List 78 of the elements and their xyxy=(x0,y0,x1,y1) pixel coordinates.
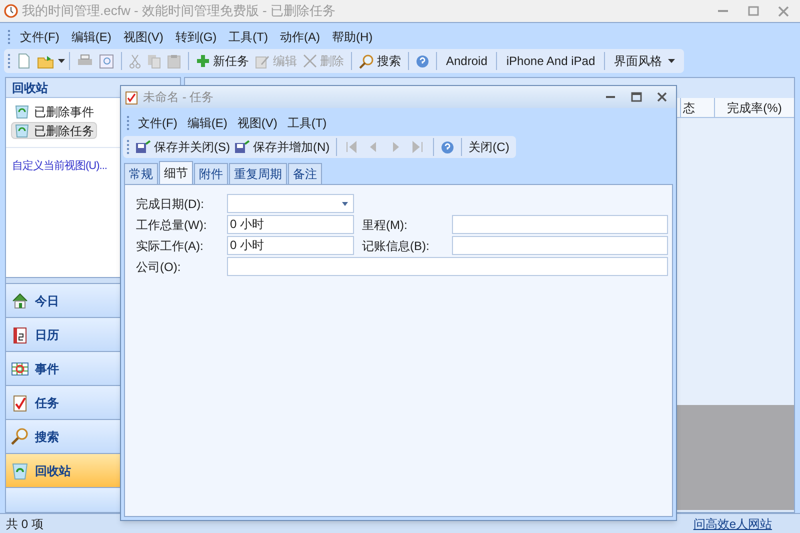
input-field[interactable]: 0 小时 xyxy=(227,215,354,234)
list-item[interactable]: 已删除任务 xyxy=(11,122,97,139)
menu-item[interactable]: 视图(V) xyxy=(117,27,170,47)
printer-icon xyxy=(77,54,93,68)
copy-icon xyxy=(147,54,161,68)
search-icon xyxy=(359,54,374,68)
menu-item[interactable]: 帮助(H) xyxy=(326,27,379,47)
recycle-bin-icon xyxy=(14,104,30,119)
scissors-icon xyxy=(129,54,141,68)
menu-item[interactable]: 工具(T) xyxy=(222,27,274,47)
tab[interactable]: 重复周期 xyxy=(229,163,287,184)
toolbar-button[interactable]: 新任务 xyxy=(193,50,252,72)
clipboard-check-icon xyxy=(11,394,29,412)
first-record-icon xyxy=(345,140,358,154)
customize-view-link[interactable]: 自定义当前视图(U)... xyxy=(12,160,107,172)
clipboard-check-icon xyxy=(124,90,139,104)
website-link[interactable]: 问高效e人网站 xyxy=(685,514,772,532)
save-icon xyxy=(135,140,151,154)
field-label: 公司(O): xyxy=(136,258,182,276)
menu-item[interactable]: 文件(F) xyxy=(133,112,182,132)
grid-icon xyxy=(11,360,29,378)
recycle-bin-icon xyxy=(14,123,30,138)
save-icon xyxy=(234,140,250,154)
last-record-icon xyxy=(411,140,424,154)
menu-item[interactable]: 视图(V) xyxy=(232,112,282,132)
field-label: 记账信息(B): xyxy=(361,238,430,254)
menu-item[interactable]: 编辑(E) xyxy=(65,27,118,47)
toolbar-button[interactable]: 搜索 xyxy=(356,50,404,72)
help-icon xyxy=(416,54,429,68)
document-icon xyxy=(17,53,31,69)
maximize-icon xyxy=(630,91,642,103)
field-label: 工作总量(W): xyxy=(136,216,208,234)
menu-item[interactable]: 转到(G) xyxy=(169,27,223,47)
cross-icon xyxy=(303,54,317,68)
toolbar-button[interactable]: Android xyxy=(441,50,492,72)
caret-icon xyxy=(58,58,65,64)
tab[interactable]: 附件 xyxy=(194,163,228,184)
calendar-icon xyxy=(11,326,29,344)
tab[interactable]: 常规 xyxy=(124,163,158,184)
item-count: 共 0 项 xyxy=(6,516,44,532)
date-dropdown[interactable] xyxy=(227,194,354,213)
menu-item[interactable]: 工具(T) xyxy=(282,112,332,132)
clock-icon xyxy=(4,4,18,18)
input-field[interactable] xyxy=(452,215,668,234)
menu-item[interactable]: 文件(F) xyxy=(14,27,66,47)
preview-icon xyxy=(99,54,114,68)
input-field[interactable] xyxy=(452,236,668,255)
field-label: 完成日期(D): xyxy=(136,196,205,212)
pencil-icon xyxy=(255,54,270,68)
toolbar-button[interactable]: 保存并增加(N) xyxy=(232,137,332,157)
input-field[interactable] xyxy=(227,257,668,276)
window-title: 我的时间管理.ecfw - 效能时间管理免费版 - 已删除任务 xyxy=(22,2,336,20)
field-label: 实际工作(A): xyxy=(136,238,204,254)
close-icon xyxy=(776,4,790,18)
toolbar-button[interactable]: 保存并关闭(S) xyxy=(133,137,232,157)
minimize-icon xyxy=(606,96,614,98)
recycle-bin-icon xyxy=(11,462,29,480)
tab[interactable]: 细节 xyxy=(159,161,193,184)
caret-icon xyxy=(668,58,676,64)
maximize-icon xyxy=(746,4,760,18)
toolbar-button[interactable]: 界面风格 xyxy=(609,50,680,72)
field-label: 里程(M): xyxy=(361,216,408,234)
input-field[interactable]: 0 小时 xyxy=(227,236,354,255)
house-icon xyxy=(11,292,29,310)
close-icon xyxy=(656,91,668,103)
plus-icon xyxy=(196,54,210,68)
clipboard-icon xyxy=(167,54,181,68)
search-icon xyxy=(11,428,29,446)
minimize-icon xyxy=(718,10,728,12)
menu-item[interactable]: 动作(A) xyxy=(274,27,326,47)
toolbar-button[interactable]: iPhone And iPad xyxy=(501,50,600,72)
caret-icon xyxy=(342,202,348,206)
help-icon xyxy=(440,140,454,154)
list-item[interactable]: 已删除事件 xyxy=(11,103,97,120)
close-button[interactable]: 关闭(C) xyxy=(466,137,512,157)
menu-item[interactable]: 编辑(E) xyxy=(182,112,232,132)
folder-icon xyxy=(37,54,55,68)
tab[interactable]: 备注 xyxy=(288,163,322,184)
